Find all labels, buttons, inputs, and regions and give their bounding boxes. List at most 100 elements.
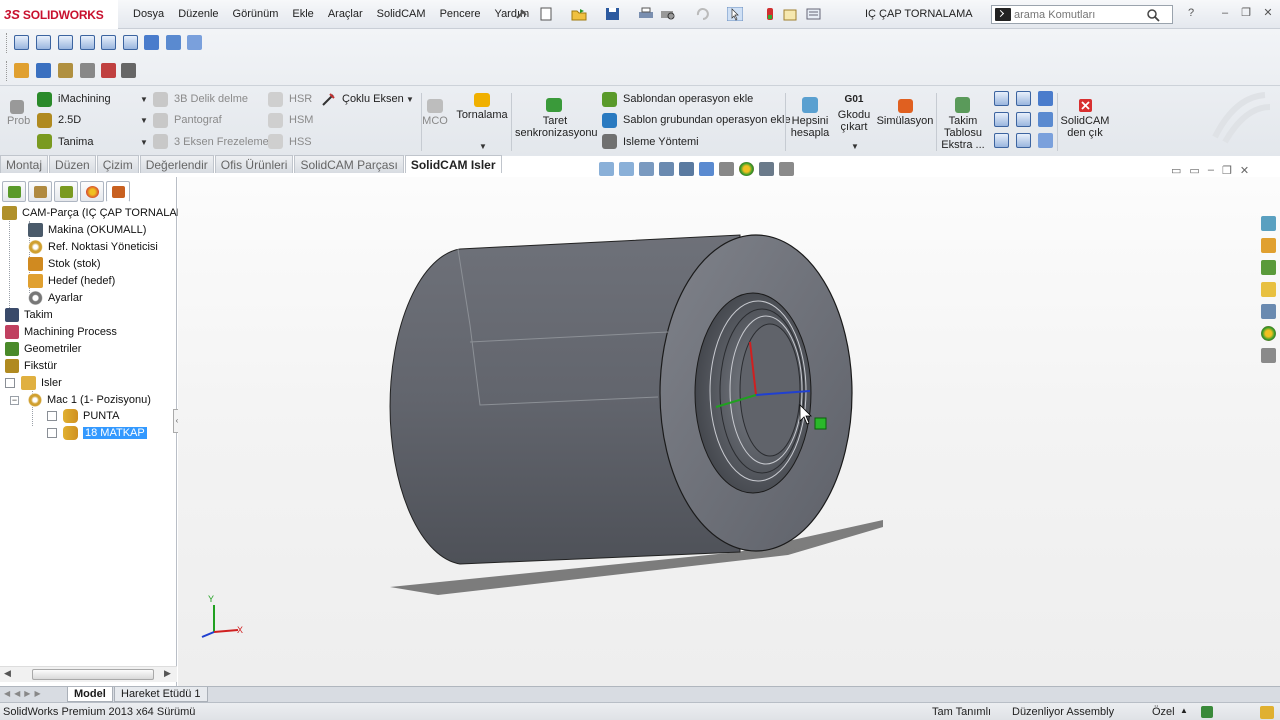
cam-measure-icon[interactable] [121, 63, 136, 78]
operation-25d-button[interactable]: 2.5D [58, 114, 81, 126]
cam-settings-icon[interactable] [36, 63, 51, 78]
design-library-icon[interactable] [1261, 238, 1276, 253]
cam-tool-icon[interactable] [58, 63, 73, 78]
help-icon[interactable]: ? [1184, 6, 1198, 20]
tab-configuration-manager[interactable] [54, 181, 78, 202]
punta-checkbox[interactable] [47, 411, 57, 421]
menu-araclar[interactable]: Araçlar [321, 0, 370, 29]
tab-display-manager[interactable] [80, 181, 104, 202]
view-top-icon[interactable] [101, 35, 116, 50]
tree-item-setup[interactable]: − Mac 1 (1- Pozisyonu) [10, 392, 151, 408]
turning-dropdown[interactable]: ▼ [479, 142, 487, 151]
print-icon[interactable] [638, 7, 654, 21]
view-isometric-icon[interactable] [144, 35, 159, 50]
minimize-button[interactable]: – [1218, 6, 1232, 20]
turret-sync-button[interactable]: Taret senkronizasyonu [515, 115, 598, 139]
tree-item-stock[interactable]: Stok (stok) [28, 256, 101, 272]
tree-item-fixture[interactable]: Fikstür [5, 358, 57, 374]
display-style-icon[interactable] [699, 162, 714, 176]
menu-pencere[interactable]: Pencere [433, 0, 488, 29]
grid-view-4-icon[interactable] [994, 112, 1009, 127]
tab-scroll-arrows[interactable]: ◀◀▶▶ [4, 689, 45, 698]
view-left-icon[interactable] [58, 35, 73, 50]
drill-3d-button[interactable]: 3B Delik delme [174, 93, 248, 105]
pin-icon[interactable] [514, 7, 530, 21]
print-preview-icon[interactable] [660, 7, 676, 21]
collapse-icon[interactable]: − [10, 395, 19, 405]
machining-method-button[interactable]: Isleme Yöntemi [623, 136, 699, 148]
open-folder-icon[interactable] [571, 7, 587, 21]
tab-property-manager[interactable] [28, 181, 52, 202]
selection-handle[interactable] [814, 417, 827, 430]
horizontal-scrollbar[interactable]: ◀ ▶ [0, 666, 177, 682]
gcode-dropdown[interactable]: ▼ [851, 142, 859, 151]
search-input[interactable] [1014, 8, 1144, 21]
view-settings-icon[interactable] [779, 162, 794, 176]
tree-item-ref-point[interactable]: Ref. Noktasi Yöneticisi [28, 239, 158, 255]
grid-view-8-icon[interactable] [1016, 133, 1031, 148]
tree-item-target[interactable]: Hedef (hedef) [28, 273, 115, 289]
search-commands-box[interactable] [991, 5, 1173, 24]
view-dimetric-icon[interactable] [187, 35, 202, 50]
previous-view-icon[interactable] [639, 162, 654, 176]
view-palette-icon[interactable] [1261, 282, 1276, 297]
grid-view-3-icon[interactable] [1038, 91, 1053, 106]
template-group-button[interactable]: Sablon grubundan operasyon ekle [623, 114, 791, 126]
tile-horizontal-icon[interactable]: ▭ [1171, 164, 1181, 177]
tanima-dropdown[interactable]: ▼ [140, 138, 148, 147]
solidworks-logo[interactable]: 3S SOLIDWORKS [0, 0, 118, 29]
file-properties-icon[interactable] [782, 7, 798, 21]
template-add-button[interactable]: Sablondan operasyon ekle [623, 93, 753, 105]
tree-item-machine[interactable]: Makina (OKUMALL) [28, 222, 146, 238]
menu-dosya[interactable]: Dosya [126, 0, 171, 29]
scenes-icon[interactable] [1261, 326, 1276, 341]
milling-3axis-button[interactable]: 3 Eksen Frezeleme [174, 136, 269, 148]
scroll-right-icon[interactable]: ▶ [164, 668, 171, 679]
appearances-icon[interactable] [1261, 304, 1276, 319]
calculate-all-button[interactable]: Hepsini hesapla [788, 115, 832, 139]
tree-item-tools[interactable]: Takim [5, 307, 53, 323]
scrollbar-thumb[interactable] [32, 669, 154, 680]
tab-ofis-urunleri[interactable]: Ofis Ürünleri [214, 155, 294, 173]
cam-simulate-icon[interactable] [101, 63, 116, 78]
mco-button[interactable]: MCO [420, 115, 450, 127]
multi-axis-button[interactable]: Çoklu Eksen [342, 93, 404, 105]
options-icon[interactable] [806, 7, 822, 21]
viewport-minimize-icon[interactable]: – [1208, 164, 1214, 177]
matkap-checkbox[interactable] [47, 428, 57, 438]
view-back-icon[interactable] [36, 35, 51, 50]
tab-solidcam-parcasi[interactable]: SolidCAM Parçası [294, 155, 404, 173]
viewport-close-icon[interactable]: ✕ [1240, 164, 1249, 177]
cam-part-icon[interactable] [14, 63, 29, 78]
help-status-icon[interactable] [1260, 706, 1274, 719]
simulation-button[interactable]: Simülasyon [876, 115, 934, 127]
operation-25d-dropdown[interactable]: ▼ [140, 116, 148, 125]
tanima-button[interactable]: Tanima [58, 136, 93, 148]
pantograph-button[interactable]: Pantograf [174, 114, 222, 126]
grid-view-6-icon[interactable] [1038, 112, 1053, 127]
cam-machine-icon[interactable] [80, 63, 95, 78]
tree-item-cam-part[interactable]: CAM-Parça (IÇ ÇAP TORNALAMA [2, 205, 193, 221]
status-units[interactable]: Özel [1152, 706, 1175, 718]
tree-item-operations[interactable]: Isler [5, 375, 62, 391]
menu-gorunum[interactable]: Görünüm [226, 0, 286, 29]
rebuild-icon[interactable] [762, 7, 778, 21]
tool-table-button[interactable]: Takim Tablosu Ekstra ... [937, 115, 989, 151]
close-button[interactable]: ✕ [1261, 6, 1275, 20]
grid-view-2-icon[interactable] [1016, 91, 1031, 106]
scroll-left-icon[interactable]: ◀ [4, 668, 11, 679]
tab-solidcam-manager[interactable] [106, 181, 130, 202]
tree-item-geometries[interactable]: Geometriler [5, 341, 81, 357]
hss-button[interactable]: HSS [289, 136, 312, 148]
undo-icon[interactable] [694, 7, 710, 21]
grid-view-1-icon[interactable] [994, 91, 1009, 106]
gcode-button[interactable]: G01 Gkodu çıkart [836, 94, 872, 133]
zoom-to-fit-icon[interactable] [599, 162, 614, 176]
zoom-to-area-icon[interactable] [619, 162, 634, 176]
edit-appearance-icon[interactable] [739, 162, 754, 176]
menu-solidcam[interactable]: SolidCAM [370, 0, 433, 29]
section-view-icon[interactable] [659, 162, 674, 176]
tree-item-machining-process[interactable]: Machining Process [5, 324, 117, 340]
custom-properties-icon[interactable] [1261, 348, 1276, 363]
exit-solidcam-button[interactable]: SolidCAM den çık [1059, 115, 1111, 139]
